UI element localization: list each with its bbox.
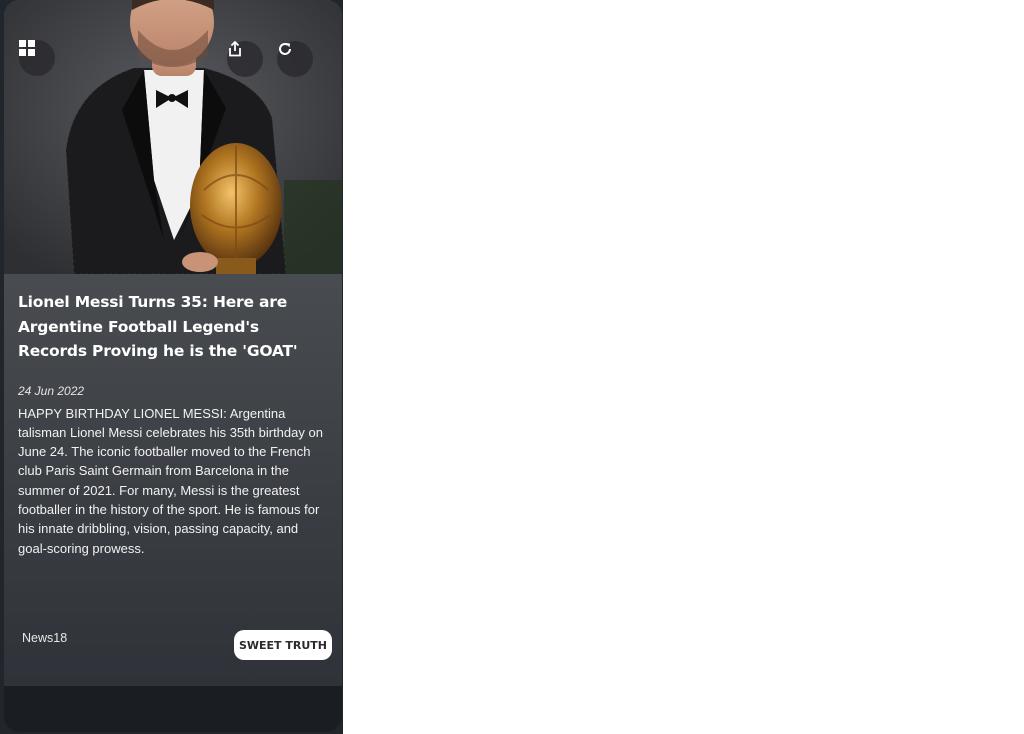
article-body: HAPPY BIRTHDAY LIONEL MESSI: Argentina t… (18, 405, 323, 556)
share-button[interactable] (227, 41, 263, 77)
refresh-icon (279, 43, 291, 55)
article-source: News18 (22, 631, 68, 645)
article-date: 24 Jun 2022 (18, 383, 85, 398)
share-icon (229, 41, 241, 57)
sweet-truth-button[interactable]: SWEET TRUTH (234, 630, 332, 660)
refresh-button[interactable] (277, 41, 313, 77)
news-card: Lionel Messi Turns 35: Here are Argentin… (4, 0, 342, 732)
grid-icon (19, 40, 35, 56)
article-headline[interactable]: Lionel Messi Turns 35: Here are Argentin… (18, 290, 330, 364)
bottom-bar (4, 686, 342, 732)
grid-menu-button[interactable] (19, 40, 55, 76)
article-hero-image (4, 0, 342, 274)
article-content: Lionel Messi Turns 35: Here are Argentin… (18, 274, 330, 558)
